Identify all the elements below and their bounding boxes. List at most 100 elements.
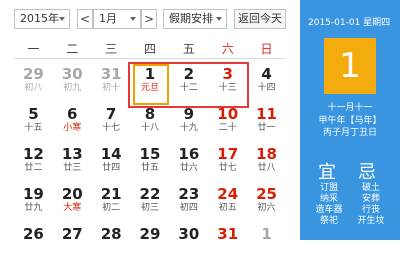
day-cell[interactable]: 13 廿三: [53, 140, 92, 180]
avoid-item: 破土: [361, 183, 380, 193]
month-select-value: 1月: [99, 12, 117, 25]
day-number: 31: [217, 225, 239, 243]
day-cell[interactable]: 31: [208, 220, 247, 260]
prev-month-button[interactable]: <: [77, 9, 93, 29]
day-cell[interactable]: 27: [53, 220, 92, 260]
lunar-label: 初二: [102, 203, 121, 213]
day-cell[interactable]: 15 廿五: [131, 140, 170, 180]
day-detail-panel: 2015-01-01 星期四 1 十一月十一 甲午年【马年】 丙子月丁丑日 宜 …: [300, 0, 400, 240]
weekday-label: 一: [27, 42, 40, 56]
day-number: 31: [100, 65, 122, 83]
day-cell[interactable]: 22 初三: [131, 180, 170, 220]
day-number: 30: [178, 225, 200, 243]
avoid-list: 破土 安葬 行丧 开生坟: [354, 183, 388, 227]
day-cell[interactable]: 1: [247, 220, 286, 260]
calendar-toolbar: 2015年 < 1月 > 假期安排 返回今天: [0, 0, 300, 36]
next-month-button[interactable]: >: [141, 9, 157, 29]
suitable-item: 纳采: [319, 194, 338, 204]
suitable-item: 祭祀: [319, 216, 338, 226]
lunar-label: 十九: [179, 123, 198, 133]
day-cell[interactable]: 21 初二: [92, 180, 131, 220]
day-cell[interactable]: 25 初六: [247, 180, 286, 220]
weekday-label: 四: [143, 42, 156, 56]
day-cell[interactable]: 28: [92, 220, 131, 260]
day-number: 18: [256, 145, 277, 163]
day-number: 25: [256, 185, 277, 203]
suitable-item: 造车器: [315, 205, 343, 215]
day-cell[interactable]: 29: [131, 220, 170, 260]
lunar-month-day: 十一月十一: [327, 103, 373, 113]
day-number: 26: [22, 225, 44, 243]
day-number: 21: [100, 185, 122, 203]
day-number: 11: [256, 105, 277, 123]
month-select[interactable]: 1月: [93, 9, 141, 29]
day-number: 4: [261, 65, 272, 83]
day-number: 7: [105, 105, 117, 123]
lunar-label: 初四: [179, 203, 198, 213]
lunar-label: 廿七: [218, 163, 237, 173]
day-cell[interactable]: 17 廿七: [208, 140, 247, 180]
lunar-label: 十七: [102, 123, 121, 133]
day-number: 5: [28, 105, 39, 123]
day-number: 23: [178, 185, 200, 203]
weekday-label: 五: [182, 42, 195, 56]
suitable-list: 订盟 纳采 造车器 祭祀: [314, 183, 344, 227]
day-number: 17: [217, 145, 239, 163]
day-cell[interactable]: 24 初五: [208, 180, 247, 220]
day-number: 24: [217, 185, 239, 203]
day-number: 20: [61, 185, 83, 203]
day-number: 14: [100, 145, 122, 163]
day-cell[interactable]: 31 初十: [92, 60, 131, 100]
lunar-label: 初八: [24, 83, 43, 93]
weekday-label: 三: [105, 42, 118, 56]
chevron-left-icon: <: [79, 12, 91, 26]
day-number: 30: [61, 65, 83, 83]
day-number: 12: [22, 145, 44, 163]
day-cell[interactable]: 19 廿九: [14, 180, 53, 220]
day-cell[interactable]: 6 小寒: [53, 100, 92, 140]
lunar-label: 廿八: [257, 163, 276, 173]
avoid-item: 行丧: [361, 205, 380, 215]
day-cell[interactable]: 16 廿六: [169, 140, 208, 180]
day-number: 1: [261, 225, 272, 243]
day-cell[interactable]: 11 廿一: [247, 100, 286, 140]
day-number: 15: [139, 145, 161, 163]
day-cell[interactable]: 18 廿八: [247, 140, 286, 180]
day-cell[interactable]: 29 初八: [14, 60, 53, 100]
weekday-label: 日: [260, 42, 273, 56]
chevron-down-icon: [59, 17, 65, 21]
year-select[interactable]: 2015年: [14, 9, 70, 29]
lunar-label: 大寒: [63, 203, 82, 213]
day-cell[interactable]: 12 廿二: [14, 140, 53, 180]
day-cell[interactable]: 20 大寒: [53, 180, 92, 220]
chevron-down-icon: [130, 17, 136, 21]
day-number: 29: [22, 65, 44, 83]
lunar-label: 初六: [257, 203, 276, 213]
day-cell[interactable]: 5 十五: [14, 100, 53, 140]
suitable-title: 宜: [318, 162, 336, 183]
lunar-label: 十四: [257, 83, 276, 93]
weekday-header: 一 二 三 四 五 六 日: [14, 36, 286, 59]
weekday-label: 二: [66, 42, 79, 56]
ganzhi-month-day: 丙子月丁丑日: [322, 128, 377, 138]
day-cell[interactable]: 14 廿四: [92, 140, 131, 180]
holiday-select[interactable]: 假期安排: [163, 9, 227, 29]
day-cell[interactable]: 30: [169, 220, 208, 260]
back-to-today-button[interactable]: 返回今天: [234, 9, 286, 29]
avoid-item: 安葬: [361, 194, 380, 204]
day-cell[interactable]: 7 十七: [92, 100, 131, 140]
chevron-right-icon: >: [143, 12, 155, 26]
day-cell[interactable]: 30 初九: [53, 60, 92, 100]
day-number: 22: [139, 185, 161, 203]
day-cell[interactable]: 23 初四: [169, 180, 208, 220]
holiday-select-value: 假期安排: [169, 12, 213, 25]
lunar-label: 廿四: [102, 163, 121, 173]
day-cell[interactable]: 26: [14, 220, 53, 260]
lunar-label: 初五: [218, 203, 237, 213]
suitable-item: 订盟: [319, 183, 338, 193]
lunar-label: 初九: [63, 83, 82, 93]
day-number: 6: [67, 105, 78, 123]
day-cell[interactable]: 4 十四: [247, 60, 286, 100]
year-select-value: 2015年: [20, 12, 59, 25]
lunar-label: 初十: [102, 83, 121, 93]
